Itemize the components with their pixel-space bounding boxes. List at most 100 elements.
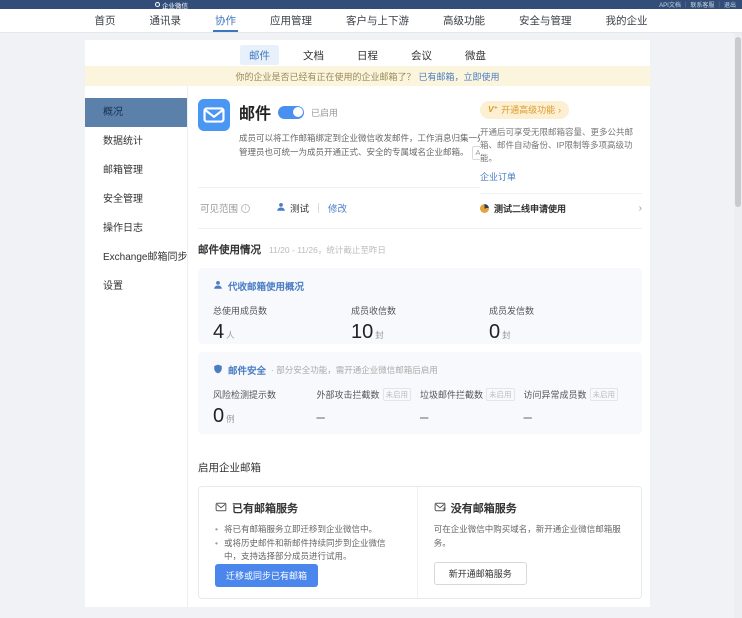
- mail-app-header: 邮件 已启用 成员可以将工作邮箱绑定到企业微信收发邮件，工作消息归集一处； 管理…: [198, 99, 642, 187]
- bullet-item: 或将历史邮件和新邮件持续同步到企业微信中，支持选择部分成员进行试用。: [215, 537, 401, 564]
- has-mailbox-bullets: 将已有邮箱服务立即迁移到企业微信中。 或将历史邮件和新邮件持续同步到企业微信中，…: [215, 523, 401, 564]
- has-mailbox-option: 已有邮箱服务 将已有邮箱服务立即迁移到企业微信中。 或将历史邮件和新邮件持续同步…: [199, 487, 418, 598]
- main-nav: 首页 通讯录 协作 应用管理 客户与上下游 高级功能 安全与管理 我的企业: [0, 9, 742, 33]
- mail-description-line1: 成员可以将工作邮箱绑定到企业微信收发邮件，工作消息归集一处；: [239, 132, 497, 146]
- nav-item-collaboration[interactable]: 协作: [198, 9, 253, 32]
- person-icon: [276, 202, 286, 215]
- tab-mail[interactable]: 邮件: [240, 45, 279, 65]
- bullet-item: 将已有邮箱服务立即迁移到企业微信中。: [215, 523, 401, 537]
- status-text: 已启用: [311, 106, 338, 119]
- envelope-plus-icon: [434, 501, 446, 516]
- nav-item-security[interactable]: 安全与管理: [502, 9, 589, 32]
- wework-admin-page: 企业微信 API文档 | 联系客服 | 退出 首页 通讯录 协作 应用管理 客户…: [0, 0, 742, 618]
- stat-attack-blocks: 外部攻击拦截数未启用 –: [317, 388, 421, 426]
- premium-description: 开通后可享受无限邮箱容量、更多公共邮箱、邮件自动备份、IP限制等多项高级功能。: [480, 126, 642, 166]
- trial-apply-entry[interactable]: 测试二线申请使用 ›: [480, 202, 642, 215]
- migrate-sync-button[interactable]: 迁移或同步已有邮箱: [215, 564, 318, 587]
- main-panel: 邮件 已启用 成员可以将工作邮箱绑定到企业微信收发邮件，工作消息归集一处； 管理…: [188, 86, 650, 607]
- collect-mailbox-card: 代收邮箱使用概况 总使用成员数 4人 成员收信数 10封: [198, 268, 642, 344]
- sidebar-item-exchange-sync[interactable]: Exchange邮箱同步: [85, 243, 187, 272]
- visibility-label: 可见范围 i: [200, 201, 250, 215]
- no-mailbox-option: 没有邮箱服务 可在企业微信中购买域名，新开通企业微信邮箱服务。 新开通邮箱服务: [418, 487, 641, 598]
- top-links: API文档 | 联系客服 | 退出: [659, 0, 736, 9]
- mail-title-row: 邮件 已启用: [239, 100, 497, 124]
- usage-heading: 邮件使用情况 11/20 - 11/26，统计截止至昨日: [198, 242, 642, 257]
- info-icon[interactable]: i: [241, 204, 250, 213]
- contact-support-link[interactable]: 联系客服: [690, 0, 714, 9]
- nav-item-home[interactable]: 首页: [78, 9, 133, 32]
- mail-sidebar: 概况 数据统计 邮箱管理 安全管理 操作日志 Exchange邮箱同步 设置: [85, 86, 188, 607]
- mail-app-icon: [198, 99, 230, 160]
- security-note: · 部分安全功能，需开通企业微信邮箱后启用: [271, 364, 438, 376]
- nav-item-my-company[interactable]: 我的企业: [589, 9, 665, 32]
- sidebar-item-operation-log[interactable]: 操作日志: [85, 214, 187, 243]
- new-mailbox-button[interactable]: 新开通邮箱服务: [434, 562, 527, 585]
- trial-badge-icon: [480, 204, 489, 213]
- envelope-icon: [215, 501, 227, 516]
- card-body: 概况 数据统计 邮箱管理 安全管理 操作日志 Exchange邮箱同步 设置: [85, 86, 650, 607]
- sidebar-item-security-management[interactable]: 安全管理: [85, 185, 187, 214]
- collab-subtabs: 邮件 文档 日程 会议 微盘: [85, 44, 650, 66]
- tab-drive[interactable]: 微盘: [456, 45, 495, 65]
- divider: |: [685, 2, 687, 8]
- sidebar-item-mailbox-management[interactable]: 邮箱管理: [85, 156, 187, 185]
- mail-description: 成员可以将工作邮箱绑定到企业微信收发邮件，工作消息归集一处； 管理员也可统一为成…: [239, 132, 497, 160]
- rocket-icon: V⁺: [488, 104, 498, 115]
- wework-logo-icon: [155, 2, 160, 7]
- upgrade-premium-button[interactable]: V⁺ 开通高级功能 ›: [480, 101, 569, 119]
- disabled-tag: 未启用: [486, 388, 515, 401]
- stat-risk-alerts: 风险检测提示数 0例: [213, 388, 317, 426]
- security-stats: 风险检测提示数 0例 外部攻击拦截数未启用 – 垃圾邮件拦截数未启用 –: [213, 388, 627, 426]
- stat-spam-blocks: 垃圾邮件拦截数未启用 –: [420, 388, 524, 426]
- collect-stats: 总使用成员数 4人 成员收信数 10封 成员发信数 0封: [213, 304, 627, 342]
- company-orders-link[interactable]: 企业订单: [480, 170, 516, 183]
- scrollbar-thumb[interactable]: [735, 37, 741, 207]
- chevron-right-icon: ›: [558, 105, 561, 115]
- mail-enabled-toggle[interactable]: [278, 106, 304, 119]
- scrollbar-track: [734, 33, 742, 618]
- stat-sent-mails: 成员发信数 0封: [489, 304, 627, 342]
- mail-security-card: 邮件安全 · 部分安全功能，需开通企业微信邮箱后启用 风险检测提示数 0例 外部…: [198, 352, 642, 434]
- usage-title: 邮件使用情况: [198, 242, 261, 257]
- sidebar-item-overview[interactable]: 概况: [85, 98, 187, 127]
- divider: [318, 203, 319, 213]
- nav-item-premium[interactable]: 高级功能: [426, 9, 502, 32]
- premium-promo-panel: V⁺ 开通高级功能 › 开通后可享受无限邮箱容量、更多公共邮箱、邮件自动备份、I…: [480, 99, 642, 215]
- no-mailbox-desc: 可在企业微信中购买域名，新开通企业微信邮箱服务。: [434, 523, 625, 550]
- api-docs-link[interactable]: API文档: [659, 0, 681, 9]
- divider: [480, 193, 642, 194]
- mail-description-line2: 管理员也可统一为成员开通正式、安全的专属域名企业邮箱。API ▾: [239, 146, 497, 160]
- shield-icon: [213, 364, 223, 377]
- mail-app-text: 邮件 已启用 成员可以将工作邮箱绑定到企业微信收发邮件，工作消息归集一处； 管理…: [239, 99, 497, 160]
- logout-link[interactable]: 退出: [724, 0, 736, 9]
- tab-calendar[interactable]: 日程: [348, 45, 387, 65]
- disabled-tag: 未启用: [590, 388, 619, 401]
- banner-text: 你的企业是否已经有正在使用的企业邮箱了？: [235, 70, 415, 83]
- nav-item-contacts[interactable]: 通讯录: [133, 9, 199, 32]
- sidebar-item-statistics[interactable]: 数据统计: [85, 127, 187, 156]
- visibility-value: 测试: [276, 201, 309, 215]
- collect-card-heading: 代收邮箱使用概况: [213, 279, 627, 293]
- person-icon: [213, 280, 223, 293]
- disabled-tag: 未启用: [383, 388, 412, 401]
- enable-options-card: 已有邮箱服务 将已有邮箱服务立即迁移到企业微信中。 或将历史邮件和新邮件持续同步…: [198, 486, 642, 599]
- sidebar-item-settings[interactable]: 设置: [85, 272, 187, 301]
- no-mailbox-heading: 没有邮箱服务: [434, 500, 517, 516]
- nav-item-customers[interactable]: 客户与上下游: [329, 9, 426, 32]
- notice-banner: 你的企业是否已经有正在使用的企业邮箱了？ 已有邮箱，立即使用: [85, 66, 650, 86]
- enable-mailbox-section: 启用企业邮箱 已有邮箱服务 将已有邮箱服务立即迁移到企业微信中。: [198, 460, 642, 599]
- use-existing-mailbox-link[interactable]: 已有邮箱，立即使用: [419, 70, 500, 83]
- usage-period: 11/20 - 11/26，统计截止至昨日: [269, 244, 386, 256]
- security-card-heading: 邮件安全 · 部分安全功能，需开通企业微信邮箱后启用: [213, 363, 627, 377]
- stat-abnormal-access: 访问异常成员数未启用 –: [524, 388, 628, 426]
- nav-item-apps[interactable]: 应用管理: [253, 9, 329, 32]
- edit-visibility-link[interactable]: 修改: [328, 201, 347, 215]
- enable-section-title: 启用企业邮箱: [198, 460, 642, 475]
- tab-docs[interactable]: 文档: [294, 45, 333, 65]
- content-card: 邮件 文档 日程 会议 微盘 你的企业是否已经有正在使用的企业邮箱了？ 已有邮箱…: [85, 40, 650, 607]
- tab-meeting[interactable]: 会议: [402, 45, 441, 65]
- page-title: 邮件: [239, 100, 271, 124]
- usage-section: 邮件使用情况 11/20 - 11/26，统计截止至昨日 代收邮箱使用概况: [198, 242, 642, 434]
- divider: [198, 228, 642, 229]
- stat-total-members: 总使用成员数 4人: [213, 304, 351, 342]
